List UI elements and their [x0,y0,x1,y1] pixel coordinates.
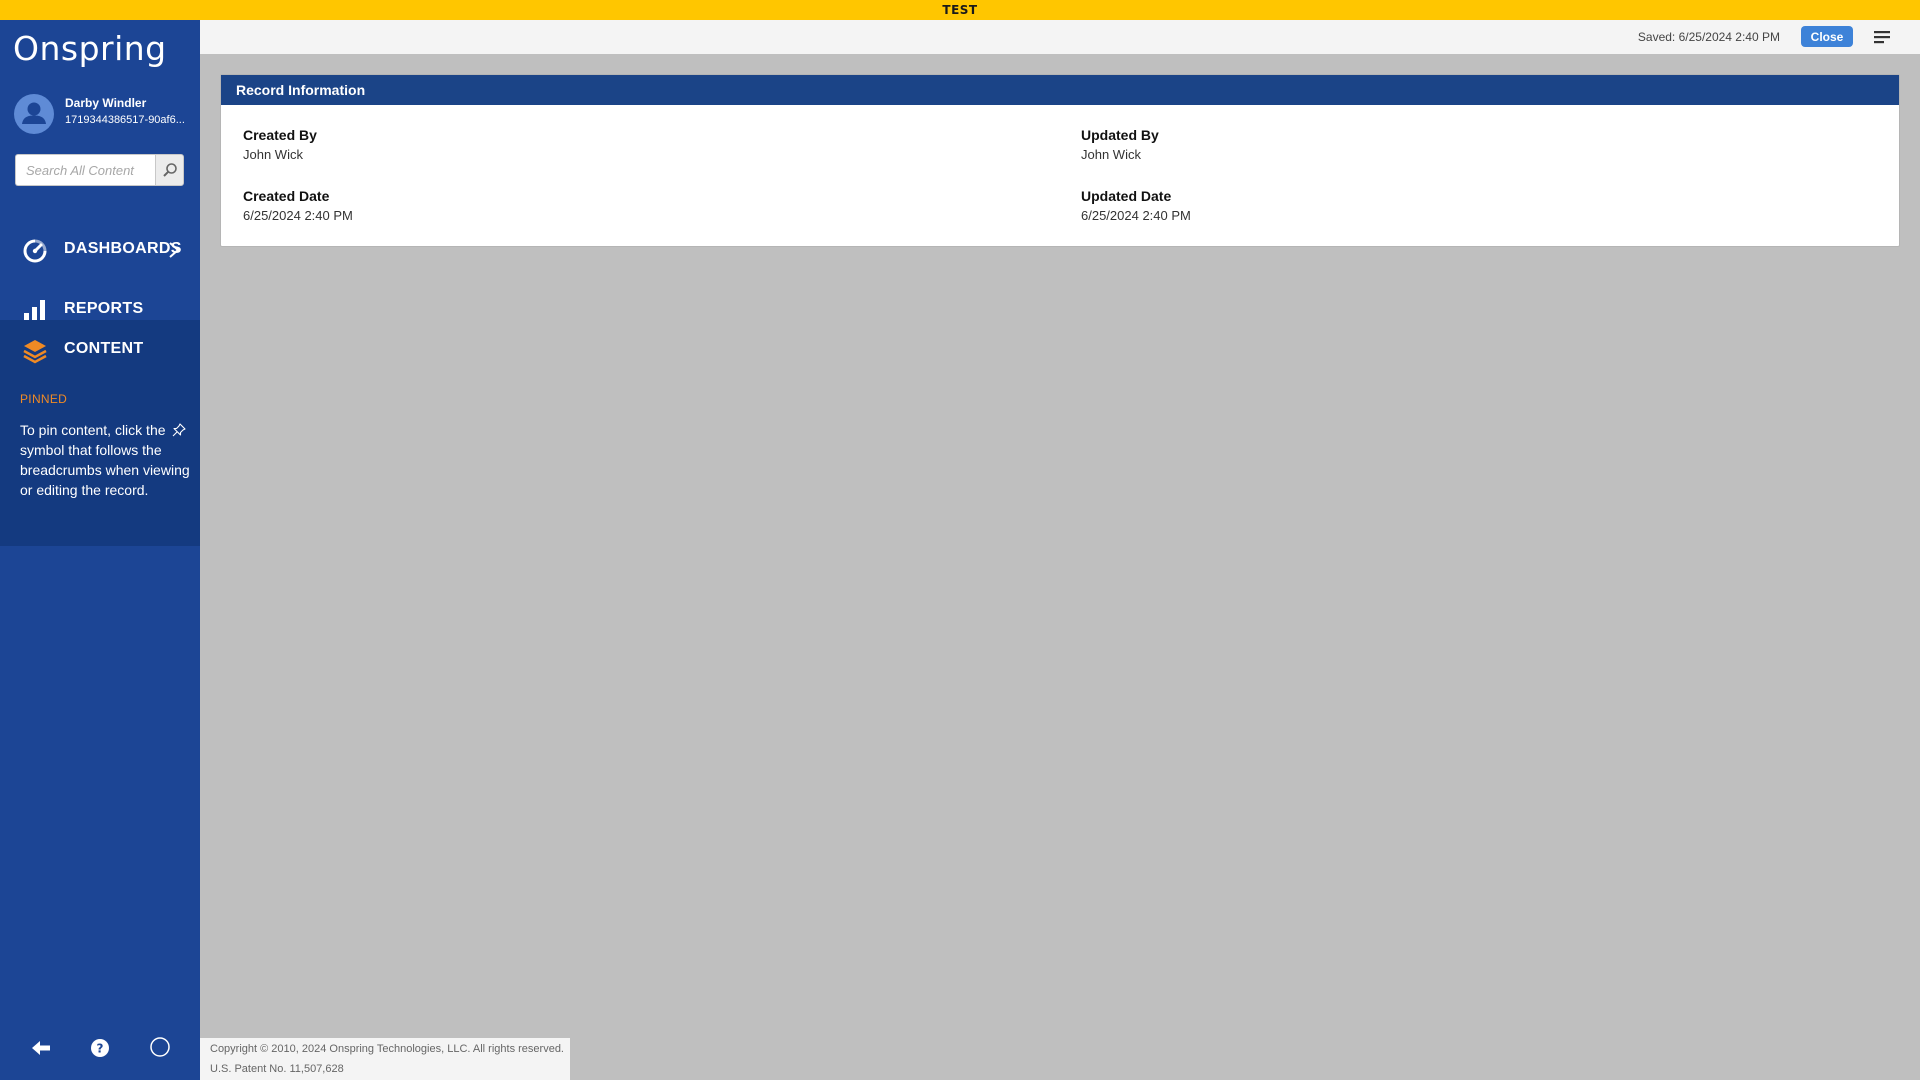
chevron-right-icon [169,242,180,258]
search-icon [162,163,177,177]
user-name: Darby Windler [65,96,147,110]
user-id: 1719344386517-90af6... [65,114,185,126]
pinned-text-start: To pin content, click the [20,422,166,438]
search-input[interactable] [15,154,155,186]
updated-by-field: Updated By John Wick [1081,127,1159,162]
updated-date-value: 6/25/2024 2:40 PM [1081,208,1191,223]
sidebar-footer: ? [0,1028,200,1068]
pin-icon [173,423,186,437]
hamburger-menu-icon[interactable] [1872,29,1892,45]
onspring-logo[interactable]: Onspring [13,29,167,68]
sidebar: Onspring Darby Windler 1719344386517-90a… [0,20,200,1080]
page-footer: Copyright © 2010, 2024 Onspring Technolo… [200,1038,570,1080]
updated-date-label: Updated Date [1081,188,1172,204]
nav-dashboards-label: DASHBOARDS [64,240,182,257]
created-by-field: Created By John Wick [243,127,317,162]
created-date-label: Created Date [243,188,330,204]
content-panel: CONTENT PINNED To pin content, click the… [0,320,200,546]
record-information-title: Record Information [221,75,1899,105]
updated-date-field: Updated Date 6/25/2024 2:40 PM [1081,188,1191,223]
created-by-value: John Wick [243,147,303,162]
created-date-value: 6/25/2024 2:40 PM [243,208,353,223]
avatar-icon [14,94,54,134]
record-information-card: Record Information Created By John Wick … [220,74,1900,247]
pinned-heading: PINNED [20,392,68,406]
saved-status: Saved: 6/25/2024 2:40 PM [1637,30,1780,44]
nav-dashboards[interactable]: DASHBOARDS [0,220,200,280]
updated-by-value: John Wick [1081,147,1141,162]
svg-text:?: ? [97,1042,104,1056]
created-date-field: Created Date 6/25/2024 2:40 PM [243,188,353,223]
search-button[interactable] [155,154,184,186]
help-icon[interactable]: ? [89,1037,111,1059]
nav-content-label: CONTENT [64,340,144,357]
nav-reports-label: REPORTS [64,300,144,317]
user-profile[interactable]: Darby Windler 1719344386517-90af6... [14,94,200,136]
copyright-text: Copyright © 2010, 2024 Onspring Technolo… [210,1043,564,1055]
close-button[interactable]: Close [1801,26,1853,47]
pinned-help-text: To pin content, click the symbol that fo… [20,420,190,500]
patent-text: U.S. Patent No. 11,507,628 [210,1063,344,1075]
pinned-text-end: symbol that follows the breadcrumbs when… [20,442,190,498]
profile-circle-icon[interactable] [149,1037,171,1059]
gauge-icon [23,239,47,263]
nav-content[interactable]: CONTENT [0,320,200,380]
updated-by-label: Updated By [1081,127,1159,143]
layers-icon [23,340,47,364]
environment-banner: TEST [0,0,1920,20]
global-search [15,154,184,186]
created-by-label: Created By [243,127,317,143]
back-arrow-icon[interactable] [30,1037,52,1059]
record-toolbar: Saved: 6/25/2024 2:40 PM Close [200,20,1920,54]
